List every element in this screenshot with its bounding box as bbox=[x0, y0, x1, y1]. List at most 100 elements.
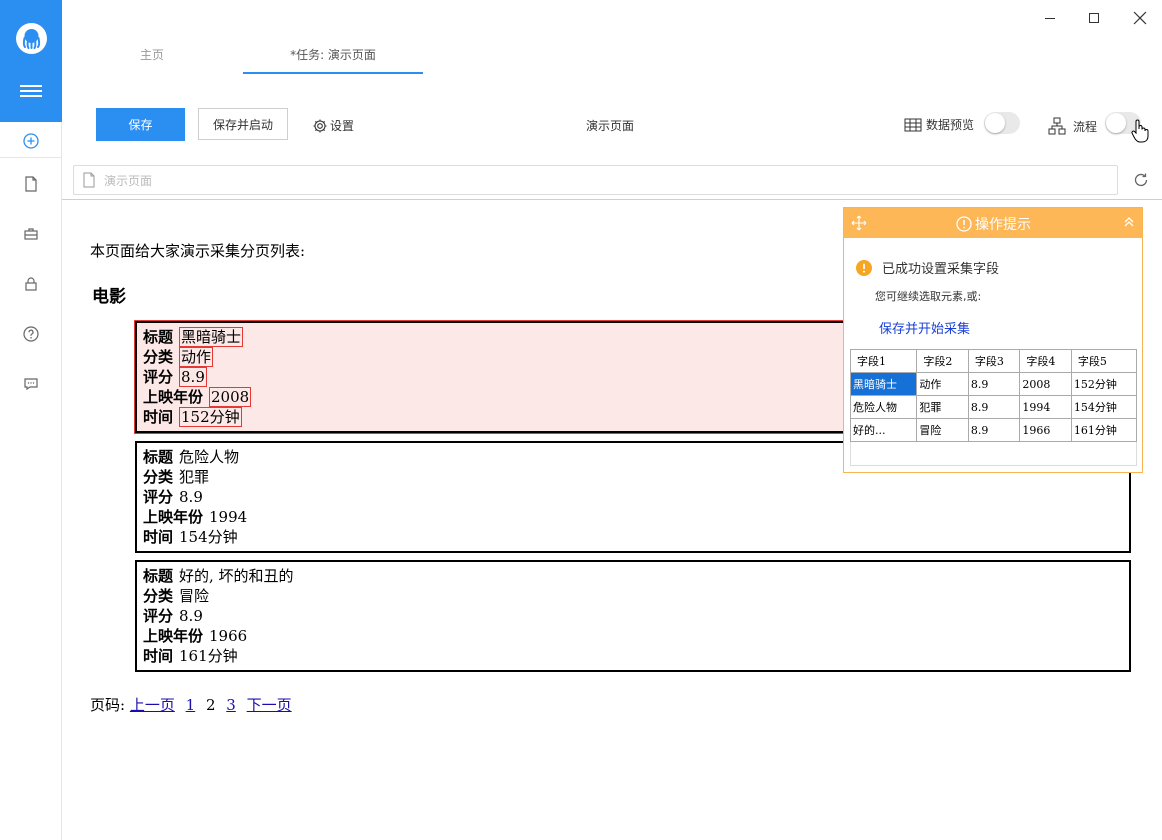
move-icon[interactable] bbox=[850, 214, 868, 236]
page-link-1[interactable]: 1 bbox=[186, 696, 196, 714]
save-button[interactable]: 保存 bbox=[96, 108, 185, 141]
maximize-icon[interactable] bbox=[1084, 8, 1104, 28]
page-title: 演示页面 bbox=[585, 119, 634, 133]
category-label: 分类 bbox=[143, 587, 174, 605]
message-icon[interactable] bbox=[21, 374, 41, 394]
title-value[interactable]: 黑暗骑士 bbox=[179, 327, 244, 347]
url-input[interactable] bbox=[104, 173, 1004, 187]
save-and-start-collect-link[interactable]: 保存并开始采集 bbox=[879, 318, 970, 337]
column-header[interactable]: 字段5 bbox=[1070, 349, 1138, 373]
close-icon[interactable] bbox=[1130, 8, 1150, 28]
year-value[interactable]: 2008 bbox=[209, 387, 252, 407]
table-cell[interactable]: 8.9 bbox=[967, 395, 1021, 419]
tips-message: 已成功设置采集字段 bbox=[856, 258, 999, 277]
data-preview-text: 数据预览 bbox=[926, 118, 975, 132]
year-label: 上映年份 bbox=[143, 627, 204, 645]
rating-label: 评分 bbox=[143, 607, 174, 625]
operation-tips-panel: 操作提示 已成功设置采集字段 您可继续选取元素,或: 保存并开始采集 字段1 字… bbox=[843, 207, 1143, 473]
year-label: 上映年份 bbox=[143, 508, 204, 526]
title-label: 标题 bbox=[143, 448, 174, 466]
duration-row: 时间 161分钟 bbox=[143, 646, 1123, 666]
rating-row: 评分 8.9 bbox=[143, 487, 1123, 507]
prev-page-link[interactable]: 上一页 bbox=[130, 696, 175, 714]
add-circle-icon bbox=[23, 133, 39, 149]
rating-value[interactable]: 8.9 bbox=[179, 607, 203, 625]
column-header[interactable]: 字段2 bbox=[916, 349, 969, 373]
category-label: 分类 bbox=[143, 348, 174, 366]
table-cell[interactable]: 8.9 bbox=[967, 418, 1021, 442]
title-value[interactable]: 好的, 坏的和丑的 bbox=[179, 567, 294, 585]
field-preview-table: 字段1 字段2 字段3 字段4 字段5 黑暗骑士 动作 8.9 2008 152… bbox=[849, 349, 1138, 442]
duration-label: 时间 bbox=[143, 528, 174, 546]
table-cell[interactable]: 2008 bbox=[1019, 372, 1072, 396]
rating-row: 评分 8.9 bbox=[143, 606, 1123, 626]
movie-card[interactable]: 标题 好的, 坏的和丑的 分类 冒险 评分 8.9 上映年份 1966 时间 161分钟 bbox=[135, 560, 1131, 672]
table-cell[interactable]: 危险人物 bbox=[849, 395, 918, 419]
column-header[interactable]: 字段3 bbox=[967, 349, 1021, 373]
duration-value[interactable]: 161分钟 bbox=[179, 647, 238, 665]
title-label: 标题 bbox=[143, 567, 174, 585]
category-value[interactable]: 犯罪 bbox=[179, 468, 209, 486]
flow-text: 流程 bbox=[1073, 119, 1098, 134]
year-value[interactable]: 1966 bbox=[209, 627, 247, 645]
table-cell[interactable]: 好的... bbox=[849, 418, 918, 442]
sidebar-item-new[interactable] bbox=[0, 124, 62, 158]
sidebar-header bbox=[0, 0, 62, 122]
lock-icon[interactable] bbox=[21, 274, 41, 294]
table-cell[interactable]: 冒险 bbox=[916, 418, 969, 442]
column-header[interactable]: 字段1 bbox=[849, 349, 918, 373]
logo-octopus-icon bbox=[16, 23, 47, 54]
column-header[interactable]: 字段4 bbox=[1019, 349, 1072, 373]
tab-task-demo[interactable]: *任务: 演示页面 bbox=[243, 46, 423, 74]
title-label: 标题 bbox=[143, 328, 174, 346]
pager-label: 页码: bbox=[90, 696, 126, 714]
year-label: 上映年份 bbox=[143, 388, 204, 406]
table-cell[interactable]: 154分钟 bbox=[1070, 395, 1138, 419]
rating-value[interactable]: 8.9 bbox=[179, 367, 207, 387]
tips-message-text: 已成功设置采集字段 bbox=[882, 262, 1000, 277]
table-cell[interactable]: 1994 bbox=[1019, 395, 1072, 419]
table-cell[interactable]: 161分钟 bbox=[1070, 418, 1138, 442]
next-page-link[interactable]: 下一页 bbox=[247, 696, 292, 714]
table-icon bbox=[904, 118, 922, 131]
year-value[interactable]: 1994 bbox=[209, 508, 247, 526]
duration-label: 时间 bbox=[143, 408, 174, 426]
briefcase-icon[interactable] bbox=[21, 224, 41, 244]
rating-value[interactable]: 8.9 bbox=[179, 488, 203, 506]
table-cell[interactable]: 犯罪 bbox=[916, 395, 969, 419]
year-row: 上映年份 1994 bbox=[143, 507, 1123, 527]
page-link-3[interactable]: 3 bbox=[226, 696, 236, 714]
table-cell[interactable]: 动作 bbox=[916, 372, 969, 396]
warning-icon bbox=[856, 259, 872, 276]
category-value[interactable]: 动作 bbox=[179, 347, 214, 367]
data-preview-toggle[interactable] bbox=[984, 112, 1020, 134]
menu-icon[interactable] bbox=[20, 82, 42, 98]
duration-value[interactable]: 152分钟 bbox=[179, 407, 242, 427]
category-label: 分类 bbox=[143, 468, 174, 486]
pagination: 页码: 上一页 1 2 3 下一页 bbox=[90, 694, 298, 715]
flowchart-icon bbox=[1048, 117, 1066, 135]
refresh-icon[interactable] bbox=[1132, 171, 1150, 193]
rating-label: 评分 bbox=[143, 368, 174, 386]
table-row: 黑暗骑士 动作 8.9 2008 152分钟 bbox=[849, 372, 1138, 396]
flow-label: 流程 bbox=[1047, 116, 1097, 136]
collapse-icon[interactable] bbox=[1122, 214, 1136, 234]
data-preview-label: 数据预览 bbox=[904, 116, 974, 133]
settings-label: 设置 bbox=[330, 119, 355, 133]
title-value[interactable]: 危险人物 bbox=[179, 448, 239, 466]
table-cell[interactable]: 1966 bbox=[1019, 418, 1072, 442]
save-and-start-button[interactable]: 保存并启动 bbox=[198, 108, 288, 140]
table-row: 好的... 冒险 8.9 1966 161分钟 bbox=[849, 418, 1138, 442]
settings-button[interactable]: 设置 bbox=[312, 117, 354, 134]
tips-header: 操作提示 bbox=[844, 208, 1142, 238]
table-cell[interactable]: 黑暗骑士 bbox=[849, 372, 918, 396]
minimize-icon[interactable] bbox=[1040, 8, 1060, 28]
table-cell[interactable]: 152分钟 bbox=[1070, 372, 1138, 396]
tab-home[interactable]: 主页 bbox=[62, 46, 242, 74]
duration-value[interactable]: 154分钟 bbox=[179, 528, 238, 546]
sidebar bbox=[0, 0, 62, 840]
file-icon[interactable] bbox=[21, 174, 41, 194]
category-value[interactable]: 冒险 bbox=[179, 587, 209, 605]
table-cell[interactable]: 8.9 bbox=[967, 372, 1021, 396]
help-icon[interactable] bbox=[21, 324, 41, 344]
